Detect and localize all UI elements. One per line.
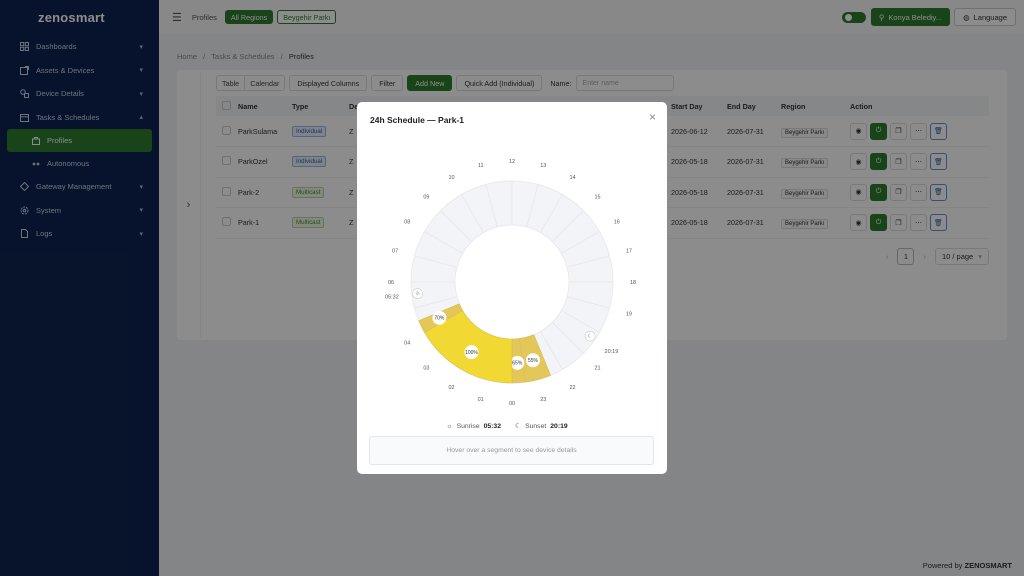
hour-label: 08 bbox=[404, 220, 410, 226]
hour-label: 18 bbox=[630, 280, 636, 286]
sunrise-label: Sunrise bbox=[456, 422, 480, 430]
sunrise-time: 05:32 bbox=[483, 422, 501, 430]
segment-level-label: 65% bbox=[512, 361, 523, 367]
segment-level-label: 55% bbox=[528, 358, 539, 364]
hour-label: 13 bbox=[540, 163, 546, 169]
schedule-dial: 55% 65% 100% 70% ☼ ☾ 00 01 02 03 04 05:32 06 07 08 09 10… bbox=[385, 159, 636, 407]
sunset-time: 20:19 bbox=[550, 422, 568, 430]
hour-label: 07 bbox=[392, 249, 398, 255]
hour-label: 21 bbox=[594, 366, 600, 372]
close-icon[interactable]: × bbox=[649, 110, 656, 124]
schedule-modal: 24h Schedule — Park-1 × 55% 65% 100% 70% ☼ ☾ 0… bbox=[357, 102, 667, 474]
moon-icon: ☾ bbox=[515, 423, 522, 430]
hour-label: 00 bbox=[509, 401, 515, 407]
hour-label: 05:32 bbox=[385, 295, 399, 301]
sun-times: ☼ Sunrise 05:32 ☾ Sunset 20:19 bbox=[357, 422, 667, 431]
hour-label: 19 bbox=[626, 311, 632, 317]
segment-level-label: 100% bbox=[465, 350, 478, 356]
segment-details-box: Hover over a segment to see device detai… bbox=[369, 436, 654, 465]
hour-label: 02 bbox=[448, 385, 454, 391]
hour-label: 09 bbox=[423, 194, 429, 200]
hour-label: 23 bbox=[540, 397, 546, 403]
sunrise-icon: ☼ bbox=[446, 422, 453, 430]
hour-label: 04 bbox=[404, 341, 410, 347]
hour-label: 11 bbox=[478, 163, 484, 169]
hour-label: 22 bbox=[569, 385, 575, 391]
hour-label: 10 bbox=[448, 175, 454, 181]
hour-label: 14 bbox=[569, 175, 575, 181]
hour-label: 17 bbox=[626, 249, 632, 255]
hour-label: 15 bbox=[594, 194, 600, 200]
hour-label: 01 bbox=[478, 397, 484, 403]
sunrise-marker-icon-glyph: ☼ bbox=[415, 291, 421, 298]
modal-title: 24h Schedule — Park-1 bbox=[370, 115, 465, 125]
hour-label: 06 bbox=[388, 280, 394, 286]
sunset-label: Sunset bbox=[525, 422, 547, 430]
sunset-marker-icon-glyph: ☾ bbox=[587, 333, 592, 340]
hour-label: 20:19 bbox=[605, 349, 619, 355]
hour-label: 03 bbox=[423, 366, 429, 372]
hour-label: 12 bbox=[509, 159, 515, 165]
segment-level-label: 70% bbox=[434, 316, 445, 322]
hour-label: 16 bbox=[614, 220, 620, 226]
